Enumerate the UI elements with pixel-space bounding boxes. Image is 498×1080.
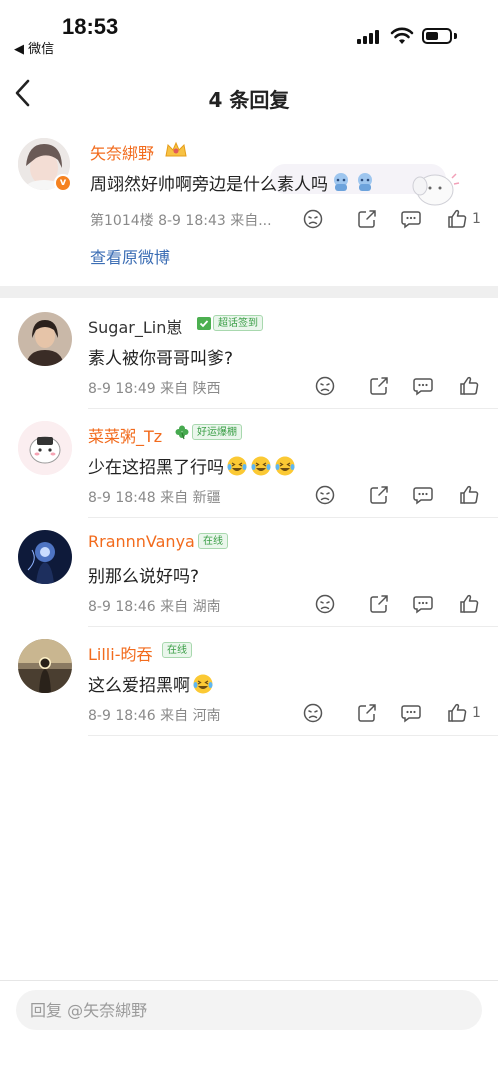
- reply-location: 来自 新疆: [160, 490, 221, 506]
- comment-meta: 第1014楼 8-9 18:43 来自...: [90, 210, 272, 230]
- row-divider: [88, 408, 498, 409]
- input-bar-divider: [0, 980, 498, 981]
- status-bar: 18:53 ◀ 微信: [0, 0, 498, 62]
- checkin-icon: [197, 317, 211, 330]
- online-badge: 在线: [162, 642, 192, 658]
- share-icon[interactable]: [368, 593, 390, 615]
- reply-text: 素人被你哥哥叫爹?: [88, 349, 234, 369]
- cellular-signal-icon: [357, 30, 381, 44]
- dislike-face-icon[interactable]: [302, 702, 324, 724]
- reply-meta: 8-9 18:46 来自 湖南: [88, 596, 221, 616]
- laughing-tears-emoji-icon: [227, 456, 247, 476]
- like-count: 1: [472, 211, 481, 227]
- comment-location: 来自...: [230, 213, 272, 229]
- verified-badge-icon: v: [54, 174, 72, 192]
- dislike-face-icon[interactable]: [314, 375, 336, 397]
- dislike-face-icon[interactable]: [314, 593, 336, 615]
- dislike-face-icon[interactable]: [314, 484, 336, 506]
- laughing-tears-emoji-icon: [275, 456, 295, 476]
- dislike-face-icon[interactable]: [302, 208, 324, 230]
- reply-text: 少在这招黑了行吗: [88, 453, 296, 478]
- reply-text: 这么爱招黑啊: [88, 671, 214, 696]
- reply-datetime: 8-9 18:48: [88, 490, 156, 506]
- like-thumb-icon[interactable]: [458, 484, 480, 506]
- main-comment: v 矢奈綁野 周翊然好帅啊旁边是什么素人吗 第1014楼 8-9 18:43 来…: [0, 124, 498, 286]
- reply-datetime: 8-9 18:49: [88, 381, 156, 397]
- reply-meta: 8-9 18:46 来自 河南: [88, 705, 221, 725]
- battery-icon: [422, 28, 452, 44]
- like-thumb-icon[interactable]: [458, 593, 480, 615]
- crying-emoji-icon: [334, 173, 348, 191]
- reply-text: 别那么说好吗?: [88, 567, 200, 587]
- reply-text-content: 少在这招黑了行吗: [88, 458, 224, 478]
- laughing-tears-emoji-icon: [251, 456, 271, 476]
- comment-icon[interactable]: [400, 208, 422, 230]
- reply-datetime: 8-9 18:46: [88, 708, 156, 724]
- elephant-sticker-icon: [412, 173, 460, 206]
- wifi-icon: [390, 27, 414, 44]
- reply-datetime: 8-9 18:46: [88, 599, 156, 615]
- crying-emoji-icon: [358, 173, 372, 191]
- section-divider: [0, 286, 498, 298]
- reply-location: 来自 陕西: [160, 381, 221, 397]
- reply-meta: 8-9 18:49 来自 陕西: [88, 378, 221, 398]
- reply-text-content: 这么爱招黑啊: [88, 676, 190, 696]
- laughing-tears-emoji-icon: [193, 674, 213, 694]
- reply-meta: 8-9 18:48 来自 新疆: [88, 487, 221, 507]
- username[interactable]: 矢奈綁野: [90, 140, 154, 164]
- page-title: 4 条回复: [208, 88, 290, 112]
- share-icon[interactable]: [368, 484, 390, 506]
- good-luck-badge: 好运爆棚: [192, 424, 242, 440]
- share-icon[interactable]: [356, 208, 378, 230]
- comment-datetime: 8-9 18:43: [158, 213, 226, 229]
- row-divider: [88, 626, 498, 627]
- floor-number: 第1014楼: [90, 213, 154, 229]
- reply-input[interactable]: [16, 990, 482, 1030]
- comment-icon[interactable]: [412, 484, 434, 506]
- share-icon[interactable]: [368, 375, 390, 397]
- share-icon[interactable]: [356, 702, 378, 724]
- row-divider: [88, 517, 498, 518]
- avatar[interactable]: [18, 312, 72, 366]
- navigation-bar: 4 条回复: [0, 62, 498, 124]
- supertopic-checkin-badge: 超话签到: [213, 315, 263, 331]
- like-thumb-icon[interactable]: [446, 208, 468, 230]
- comment-text: 周翊然好帅啊旁边是什么素人吗: [90, 170, 376, 195]
- comment-icon[interactable]: [400, 702, 422, 724]
- comment-text-content: 周翊然好帅啊旁边是什么素人吗: [90, 175, 328, 195]
- avatar[interactable]: [18, 421, 72, 475]
- like-count: 1: [472, 705, 481, 721]
- clover-icon: [175, 425, 189, 440]
- avatar[interactable]: [18, 639, 72, 693]
- online-badge: 在线: [198, 533, 228, 549]
- like-thumb-icon[interactable]: [458, 375, 480, 397]
- comment-icon[interactable]: [412, 375, 434, 397]
- username[interactable]: 菜菜粥_Tz: [88, 423, 162, 447]
- row-divider: [88, 735, 498, 736]
- comment-icon[interactable]: [412, 593, 434, 615]
- reply-location: 来自 湖南: [160, 599, 221, 615]
- back-to-wechat-link[interactable]: ◀ 微信: [14, 38, 54, 57]
- reply-location: 来自 河南: [160, 708, 221, 724]
- status-time: 18:53: [62, 14, 119, 39]
- crown-icon: [165, 141, 187, 157]
- username[interactable]: Sugar_Lin崽: [88, 314, 182, 338]
- avatar[interactable]: [18, 530, 72, 584]
- username[interactable]: Lilli-昀吞: [88, 641, 152, 665]
- username[interactable]: RrannnVanya: [88, 532, 195, 551]
- like-thumb-icon[interactable]: [446, 702, 468, 724]
- view-original-weibo-link[interactable]: 查看原微博: [90, 244, 170, 268]
- battery-tip: [454, 33, 457, 39]
